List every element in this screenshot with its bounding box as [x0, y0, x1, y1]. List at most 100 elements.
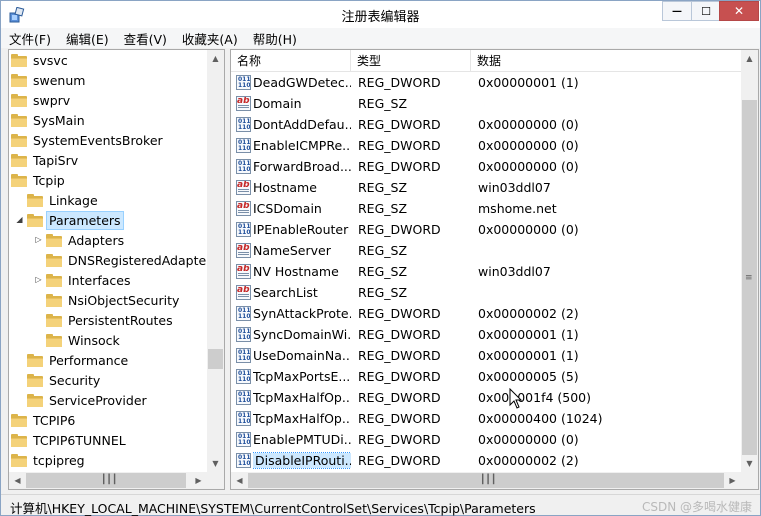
value-row[interactable]: 011 110 DisableIPRouti... REG_DWORD 0x000000…	[231, 450, 743, 471]
tree-item-swprv[interactable]: swprv	[11, 90, 72, 110]
menu-help[interactable]: 帮助(H)	[253, 29, 297, 48]
tree-item-serviceprovider[interactable]: ServiceProvider	[27, 390, 149, 410]
value-row[interactable]: ab NameServer REG_SZ	[231, 240, 743, 261]
tree-item-interfaces[interactable]: ▷ Interfaces	[35, 270, 132, 290]
string-value-icon: ab	[236, 96, 251, 111]
tree-item-nsiobjectsecurity[interactable]: NsiObjectSecurity	[46, 290, 181, 310]
scroll-right-arrow-icon[interactable]: ▶	[190, 472, 207, 489]
value-row[interactable]: 011 110 TcpMaxHalfOp... REG_DWORD 0x00000400…	[231, 408, 743, 429]
tree-item-swenum[interactable]: swenum	[11, 70, 87, 90]
menu-file[interactable]: 文件(F)	[9, 29, 51, 48]
minimize-button[interactable]: —	[662, 1, 692, 21]
tree-item-adapters[interactable]: ▷ Adapters	[35, 230, 126, 250]
scroll-left-arrow-icon[interactable]: ◀	[231, 472, 248, 489]
column-data-header[interactable]: 数据	[471, 50, 743, 72]
value-row[interactable]: 011 110 TcpMaxPortsE... REG_DWORD 0x00000005…	[231, 366, 743, 387]
binary-glyph: 110	[238, 397, 251, 404]
value-row[interactable]: 011 110 SyncDomainWi... REG_DWORD 0x00000001…	[231, 324, 743, 345]
value-data: 0x00000000 (0)	[478, 222, 579, 237]
maximize-button[interactable]: ☐	[691, 1, 721, 21]
binary-glyph: 110	[238, 166, 251, 173]
menu-edit[interactable]: 编辑(E)	[66, 29, 109, 48]
value-row[interactable]: 011 110 TcpMaxHalfOp... REG_DWORD 0x000001f4…	[231, 387, 743, 408]
scroll-down-arrow-icon[interactable]: ▼	[741, 455, 758, 472]
value-row[interactable]: ab Domain REG_SZ	[231, 93, 743, 114]
tree-item-label: Performance	[49, 352, 129, 368]
close-button[interactable]: ✕	[719, 1, 759, 21]
value-row[interactable]: 011 110 ForwardBroad... REG_DWORD 0x00000000…	[231, 156, 743, 177]
tree-item-winsock[interactable]: Winsock	[46, 330, 122, 350]
column-name-header[interactable]: 名称	[231, 50, 351, 72]
value-name: EnablePMTUDi...	[253, 432, 351, 447]
scroll-down-arrow-icon[interactable]: ▼	[207, 455, 224, 472]
value-data: 0x00000000 (0)	[478, 159, 579, 174]
tree-item-label: Parameters	[46, 210, 124, 230]
tree-item-tcpip6[interactable]: TCPIP6	[11, 410, 77, 430]
menu-favorites[interactable]: 收藏夹(A)	[182, 29, 238, 48]
tree-item-dnsregisteredadapters[interactable]: DNSRegisteredAdapters	[46, 250, 220, 270]
value-row[interactable]: ab ICSDomain REG_SZ mshome.net	[231, 198, 743, 219]
title-bar[interactable]: 注册表编辑器 — ☐ ✕	[1, 1, 760, 28]
value-name-cell: DeadGWDetec...	[253, 72, 351, 93]
value-name-cell: IPEnableRouter	[253, 219, 351, 240]
tree-item-label: NsiObjectSecurity	[68, 292, 180, 308]
tree-item-performance[interactable]: Performance	[27, 350, 130, 370]
value-row[interactable]: 011 110 EnableICMPRe... REG_DWORD 0x00000000…	[231, 135, 743, 156]
binary-value-icon: 011 110	[236, 432, 251, 447]
list-horizontal-scrollbar[interactable]: ◀ ┃┃┃ ▶	[231, 472, 741, 489]
value-name-cell: SyncDomainWi...	[253, 324, 351, 345]
tree-item-parameters[interactable]: ◢ Parameters	[16, 210, 124, 230]
value-row[interactable]: ab NV Hostname REG_SZ win03ddl07	[231, 261, 743, 282]
collapsed-arrow-icon[interactable]: ▷	[34, 275, 43, 284]
tree-item-tcpip6tunnel[interactable]: TCPIP6TUNNEL	[11, 430, 128, 450]
value-row[interactable]: 011 110 EnablePMTUDi... REG_DWORD 0x00000000…	[231, 429, 743, 450]
binary-value-icon: 011 110	[236, 348, 251, 363]
scroll-up-arrow-icon[interactable]: ▲	[207, 50, 224, 67]
key-tree-pane[interactable]: svsvc swenum swprv SysMain SystemEventsBroke…	[8, 49, 225, 490]
menu-view[interactable]: 查看(V)	[124, 29, 167, 48]
tree-item-sysmain[interactable]: SysMain	[11, 110, 87, 130]
value-name: NV Hostname	[253, 264, 339, 279]
scroll-left-arrow-icon[interactable]: ◀	[9, 472, 26, 489]
binary-value-icon: 011 110	[236, 453, 251, 468]
vscroll-grip-icon: ≡	[745, 273, 753, 283]
tree-item-label: Winsock	[68, 332, 120, 348]
tree-horizontal-scrollbar[interactable]: ◀ ┃┃┃ ▶	[9, 472, 207, 489]
scroll-right-arrow-icon[interactable]: ▶	[724, 472, 741, 489]
value-row[interactable]: 011 110 IPEnableRouter REG_DWORD 0x00000000 …	[231, 219, 743, 240]
tree-vertical-scrollbar[interactable]: ▲ ▼	[207, 50, 224, 472]
column-type-header[interactable]: 类型	[351, 50, 471, 72]
tree-item-tcpipreg[interactable]: tcpipreg	[11, 450, 87, 470]
tree-item-label: svsvc	[33, 52, 68, 68]
value-name-cell: ICSDomain	[253, 198, 351, 219]
value-type: REG_DWORD	[358, 306, 441, 321]
tree-item-systemeventsbroker[interactable]: SystemEventsBroker	[11, 130, 165, 150]
binary-glyph: 110	[238, 355, 251, 362]
value-row[interactable]: ab SearchList REG_SZ	[231, 282, 743, 303]
value-type: REG_DWORD	[358, 390, 441, 405]
folder-icon	[11, 53, 27, 67]
list-vertical-scrollbar[interactable]: ▲ ≡ ▼	[741, 50, 758, 472]
tree-item-svsvc[interactable]: svsvc	[11, 50, 70, 70]
value-row[interactable]: 011 110 UseDomainNa... REG_DWORD 0x00000001 …	[231, 345, 743, 366]
mouse-cursor-icon	[509, 388, 523, 409]
key-path: 计算机\HKEY_LOCAL_MACHINE\SYSTEM\CurrentCon…	[10, 501, 536, 516]
value-data: win03ddl07	[478, 180, 551, 195]
value-row[interactable]: ab Hostname REG_SZ win03ddl07	[231, 177, 743, 198]
value-name-cell: Hostname	[253, 177, 351, 198]
expanded-arrow-icon[interactable]: ◢	[15, 215, 24, 224]
value-row[interactable]: 011 110 DeadGWDetec... REG_DWORD 0x00000001 …	[231, 72, 743, 93]
tree-scroll-thumb[interactable]	[208, 349, 223, 369]
tree-item-linkage[interactable]: Linkage	[27, 190, 100, 210]
value-row[interactable]: 011 110 DontAddDefau... REG_DWORD 0x00000000…	[231, 114, 743, 135]
values-list-pane[interactable]: 名称 类型 数据 011 110 DeadGWDetec... REG_DWORD 0x…	[230, 49, 759, 490]
tree-item-tapisrv[interactable]: TapiSrv	[11, 150, 80, 170]
binary-value-icon: 011 110	[236, 327, 251, 342]
value-name-cell: EnablePMTUDi...	[253, 429, 351, 450]
scroll-up-arrow-icon[interactable]: ▲	[741, 50, 758, 67]
tree-item-security[interactable]: Security	[27, 370, 102, 390]
collapsed-arrow-icon[interactable]: ▷	[34, 235, 43, 244]
value-row[interactable]: 011 110 SynAttackProte... REG_DWORD 0x000000…	[231, 303, 743, 324]
tree-item-persistentroutes[interactable]: PersistentRoutes	[46, 310, 175, 330]
tree-item-tcpip[interactable]: Tcpip	[11, 170, 67, 190]
